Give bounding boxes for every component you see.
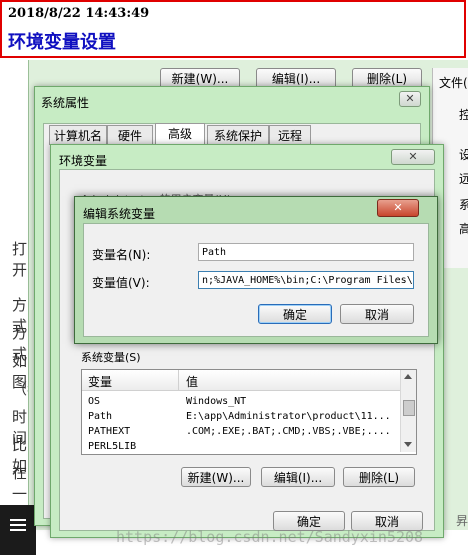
banner-title: 环境变量设置	[8, 32, 116, 53]
cancel-button[interactable]: 取消	[340, 304, 414, 324]
env-vars-title: 环境变量	[59, 154, 108, 168]
delete-variable-button[interactable]: 删除(L)	[343, 467, 415, 487]
edit-variable-button[interactable]: 编辑(I)...	[261, 467, 335, 487]
var-value: .COM;.EXE;.BAT;.CMD;.VBS;.VBE;....	[186, 426, 391, 437]
variable-value-input[interactable]: n;%JAVA_HOME%\bin;C:\Program Files\	[198, 271, 414, 289]
scroll-down-icon[interactable]	[404, 442, 412, 447]
timestamp: 2018/8/22 14:43:49	[8, 6, 150, 21]
table-row[interactable]: PATHEXT .COM;.EXE;.BAT;.CMD;.VBS;.VBE;..…	[82, 424, 400, 439]
var-value: E:\app\Administrator\product\11...	[186, 411, 391, 422]
bg-file-menu[interactable]: 文件(	[439, 74, 468, 91]
taskbar-fragment	[0, 505, 36, 555]
close-icon[interactable]: ✕	[391, 149, 435, 165]
var-name: PERL5LIB	[88, 441, 137, 452]
edit-system-variable-dialog: 编辑系统变量 ✕ 变量名(N): Path 变量值(V): n;%JAVA_HO…	[74, 196, 438, 344]
bg-panel-text: 远	[459, 172, 468, 186]
tab-remote[interactable]: 远程	[269, 125, 311, 145]
close-icon[interactable]: ✕	[377, 199, 419, 217]
timestamp-banner: 2018/8/22 14:43:49 环境变量设置	[0, 0, 466, 58]
var-name: PATHEXT	[88, 426, 131, 437]
menu-icon[interactable]	[10, 519, 26, 531]
edit-dialog-body: 变量名(N): Path 变量值(V): n;%JAVA_HOME%\bin;C…	[83, 223, 429, 337]
variable-value-label: 变量值(V):	[92, 276, 150, 290]
tab-computer-name[interactable]: 计算机名	[49, 125, 107, 145]
list-rows: OS Windows_NT Path E:\app\Administrator\…	[82, 394, 400, 452]
table-row[interactable]: Path E:\app\Administrator\product\11...	[82, 409, 400, 424]
var-value: Windows_NT	[186, 396, 247, 407]
table-row[interactable]: PERL5LIB	[82, 439, 400, 452]
new-variable-button[interactable]: 新建(W)...	[181, 467, 251, 487]
column-divider	[178, 370, 179, 390]
sys-props-tabs: 计算机名 硬件 高级 系统保护 远程	[49, 123, 339, 145]
watermark: https://blog.csdn.net/Sandyxin5208	[116, 528, 424, 546]
bg-panel-text: 高	[459, 222, 468, 236]
column-header-name[interactable]: 变量	[88, 373, 112, 390]
vertical-scrollbar[interactable]	[400, 370, 416, 452]
system-vars-label: 系统变量(S)	[81, 351, 141, 364]
system-vars-list[interactable]: 变量 值 OS Windows_NT Path E:\app\Administr…	[81, 369, 417, 455]
close-icon[interactable]: ✕	[399, 91, 421, 107]
scroll-up-icon[interactable]	[404, 374, 412, 379]
bg-bottom-right-char: 昇	[456, 514, 468, 528]
variable-name-label: 变量名(N):	[92, 248, 151, 262]
variable-name-input[interactable]: Path	[198, 243, 414, 261]
bg-panel-text: 控	[459, 108, 468, 122]
bg-panel-text: 系	[459, 198, 468, 212]
tab-advanced[interactable]: 高级	[155, 123, 205, 145]
column-header-value[interactable]: 值	[186, 373, 198, 390]
scroll-thumb[interactable]	[403, 400, 415, 416]
system-properties-title: 系统属性	[41, 96, 90, 110]
var-name: OS	[88, 396, 101, 407]
tab-hardware[interactable]: 硬件	[107, 125, 153, 145]
ok-button[interactable]: 确定	[258, 304, 332, 324]
tab-system-protection[interactable]: 系统保护	[207, 125, 269, 145]
bg-panel-text: 设	[459, 148, 468, 162]
list-header: 变量 值	[82, 370, 400, 391]
var-name: Path	[88, 411, 113, 422]
edit-dialog-title: 编辑系统变量	[83, 207, 156, 221]
table-row[interactable]: OS Windows_NT	[82, 394, 400, 409]
